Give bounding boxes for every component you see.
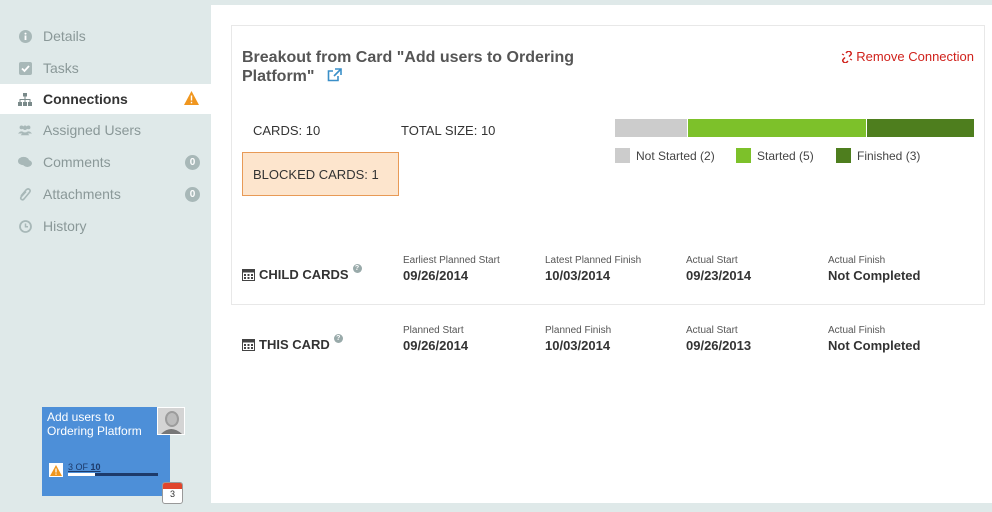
calendar-icon <box>242 339 255 351</box>
sidebar-item-assigned-users[interactable]: Assigned Users <box>0 114 211 146</box>
remove-connection-button[interactable]: Remove Connection <box>841 49 974 64</box>
info-icon <box>18 29 32 43</box>
child-latest-planned-finish: Latest Planned Finish 10/03/2014 <box>545 255 642 283</box>
mini-card-progress-label[interactable]: 3 OF 10 <box>68 462 101 472</box>
clock-icon <box>18 219 32 233</box>
this-planned-start: Planned Start 09/26/2014 <box>403 325 469 353</box>
progress-segment-2 <box>866 119 974 137</box>
sidebar-item-attachments[interactable]: Attachments 0 <box>0 178 211 210</box>
mini-progress-current: 3 <box>68 462 74 472</box>
sidebar-nav: Details Tasks Connections Assigned Users <box>0 20 211 242</box>
legend-not-started: Not Started (2) <box>615 148 715 163</box>
users-icon <box>18 123 32 137</box>
sidebar-item-label: Comments <box>43 154 111 170</box>
child-cards-label: CHILD CARDS ? <box>242 264 362 282</box>
mini-card-progress-fill <box>68 473 95 476</box>
mini-progress-total: 10 <box>90 462 101 472</box>
child-earliest-planned-start: Earliest Planned Start 09/26/2014 <box>403 255 500 283</box>
sidebar-item-label: History <box>43 218 87 234</box>
legend-swatch <box>615 148 630 163</box>
sidebar-item-details[interactable]: Details <box>0 20 211 52</box>
mini-progress-of: OF <box>75 462 89 472</box>
legend-swatch <box>836 148 851 163</box>
card-status-progress-bar <box>615 119 974 137</box>
sidebar-item-label: Assigned Users <box>43 122 142 138</box>
this-planned-finish: Planned Finish 10/03/2014 <box>545 325 612 353</box>
sidebar-item-label: Details <box>43 28 86 44</box>
main-panel: Breakout from Card "Add users to Orderin… <box>211 5 992 503</box>
comment-icon <box>18 155 32 169</box>
calendar-icon <box>242 269 255 281</box>
sidebar-item-history[interactable]: History <box>0 210 211 242</box>
comments-count-badge: 0 <box>185 155 200 170</box>
sidebar-item-label: Attachments <box>43 186 121 202</box>
child-actual-start: Actual Start 09/23/2014 <box>686 255 752 283</box>
paperclip-icon <box>18 187 32 201</box>
breakout-title: Breakout from Card "Add users to Orderin… <box>242 49 575 85</box>
mini-card-progress-bar <box>68 473 158 476</box>
total-size: TOTAL SIZE: 10 <box>401 123 496 138</box>
remove-connection-label: Remove Connection <box>856 49 974 64</box>
child-actual-finish: Actual Finish Not Completed <box>828 255 921 283</box>
cards-count: CARDS: 10 <box>253 123 321 138</box>
sidebar: Details Tasks Connections Assigned Users <box>0 0 211 512</box>
warning-icon <box>49 463 63 477</box>
this-actual-start: Actual Start 09/26/2013 <box>686 325 752 353</box>
sidebar-item-tasks[interactable]: Tasks <box>0 52 211 84</box>
warning-icon <box>184 91 199 108</box>
this-card-label: THIS CARD ? <box>242 334 343 352</box>
blocked-cards-badge[interactable]: BLOCKED CARDS: 1 <box>242 152 399 196</box>
help-icon[interactable]: ? <box>333 334 343 343</box>
legend-label: Not Started (2) <box>636 148 715 163</box>
blocked-cards-label: BLOCKED CARDS: 1 <box>253 166 379 182</box>
progress-segment-0 <box>615 119 687 137</box>
sidebar-item-comments[interactable]: Comments 0 <box>0 146 211 178</box>
external-link-icon[interactable] <box>327 68 342 87</box>
sidebar-item-label: Tasks <box>43 60 79 76</box>
legend-finished: Finished (3) <box>836 148 920 163</box>
checkbox-icon <box>18 61 32 75</box>
legend-label: Finished (3) <box>857 148 921 163</box>
avatar[interactable] <box>157 407 185 435</box>
mini-card-title: Add users to Ordering Platform <box>47 410 142 438</box>
broken-link-icon <box>841 50 853 63</box>
sidebar-item-label: Connections <box>43 91 128 107</box>
this-actual-finish: Actual Finish Not Completed <box>828 325 921 353</box>
attachments-count-badge: 0 <box>185 187 200 202</box>
hierarchy-icon <box>18 92 32 106</box>
progress-segment-1 <box>686 119 867 137</box>
legend-swatch <box>736 148 751 163</box>
mini-card[interactable]: Add users to Ordering Platform 3 OF 10 <box>42 407 185 496</box>
page-title: Breakout from Card "Add users to Orderin… <box>242 48 602 87</box>
legend-label: Started (5) <box>757 148 814 163</box>
sidebar-item-connections[interactable]: Connections <box>0 84 211 114</box>
legend-started: Started (5) <box>736 148 814 163</box>
help-icon[interactable]: ? <box>352 264 362 273</box>
calendar-day: 3 <box>169 489 175 499</box>
calendar-icon[interactable]: 3 <box>162 482 183 504</box>
